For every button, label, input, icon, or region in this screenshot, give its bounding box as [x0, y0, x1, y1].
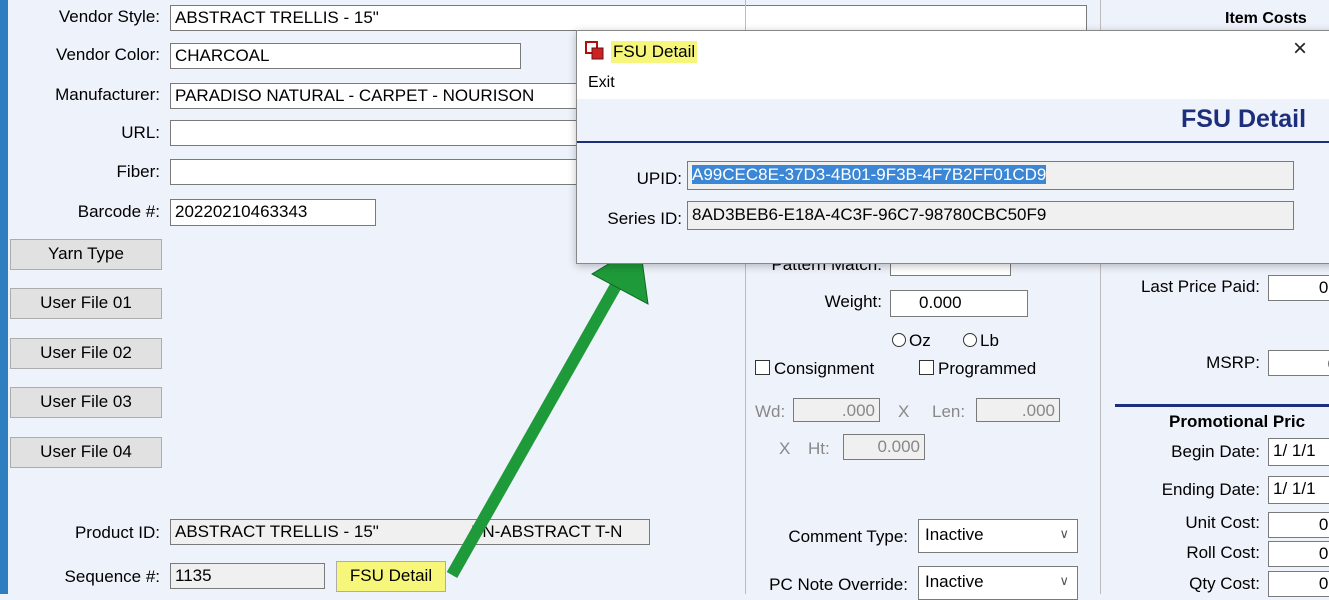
roll-cost-field[interactable]: 0. — [1268, 541, 1329, 567]
unit-cost-field[interactable]: 0. — [1268, 512, 1329, 538]
vendor-color-label: Vendor Color: — [56, 45, 160, 64]
promotional-price-heading: Promotional Pric — [1169, 412, 1306, 431]
len-label: Len: — [932, 402, 966, 421]
vendor-color-field[interactable]: CHARCOAL — [170, 43, 521, 69]
pc-note-value: Inactive — [925, 572, 984, 591]
sequence-label: Sequence #: — [64, 567, 160, 586]
dialog-title: FSU Detail — [611, 41, 698, 63]
x-separator-1: X — [898, 402, 910, 421]
app-window-icon — [585, 41, 604, 60]
comment-type-value: Inactive — [925, 525, 984, 544]
upid-field[interactable]: A99CEC8E-37D3-4B01-9F3B-4F7B2FF01CD9 — [687, 161, 1294, 190]
arrow-shaft — [446, 279, 624, 578]
ending-date-label: Ending Date: — [1161, 480, 1260, 499]
weight-field[interactable]: 0.000 — [890, 290, 1028, 317]
dialog-header-title: FSU Detail — [1181, 105, 1307, 133]
pc-note-label: PC Note Override: — [769, 575, 908, 594]
fsu-detail-dialog: FSU Detail × Exit FSU Detail UPID: A99CE… — [576, 30, 1329, 264]
user-file-03-button[interactable]: User File 03 — [10, 387, 162, 418]
pc-note-select[interactable]: Inactive ∨ — [918, 566, 1078, 600]
comment-type-select[interactable]: Inactive ∨ — [918, 519, 1078, 553]
consignment-label: Consignment — [774, 359, 875, 378]
user-file-01-button[interactable]: User File 01 — [10, 288, 162, 319]
left-window-strip — [0, 0, 8, 594]
begin-date-field[interactable]: 1/ 1/1 — [1268, 438, 1329, 466]
upid-label: UPID: — [636, 169, 682, 188]
url-label: URL: — [121, 123, 160, 142]
oz-label: Oz — [909, 331, 931, 350]
comment-type-label: Comment Type: — [788, 527, 908, 546]
qty-cost-field[interactable]: 0. — [1268, 571, 1329, 597]
url-field[interactable] — [170, 120, 590, 146]
weight-label: Weight: — [824, 292, 882, 311]
wd-label: Wd: — [755, 402, 786, 421]
roll-cost-label: Roll Cost: — [1186, 543, 1260, 562]
barcode-label: Barcode #: — [77, 202, 160, 221]
header-divider — [577, 141, 1329, 143]
yarn-type-button[interactable]: Yarn Type — [10, 239, 162, 270]
sequence-field[interactable]: 1135 — [170, 563, 325, 589]
manufacturer-field[interactable]: PARADISO NATURAL - CARPET - NOURISON — [170, 83, 590, 109]
user-file-02-button[interactable]: User File 02 — [10, 338, 162, 369]
ht-label: Ht: — [808, 439, 830, 458]
qty-cost-label: Qty Cost: — [1189, 574, 1260, 593]
close-icon[interactable]: × — [1293, 35, 1307, 63]
section-divider — [1115, 404, 1329, 407]
dialog-body: FSU Detail UPID: A99CEC8E-37D3-4B01-9F3B… — [577, 99, 1329, 263]
checkbox-icon — [919, 360, 934, 375]
begin-date-label: Begin Date: — [1171, 442, 1260, 461]
checkbox-icon — [755, 360, 770, 375]
item-costs-heading: Item Costs — [1225, 10, 1307, 27]
ht-field[interactable]: 0.000 — [843, 434, 925, 460]
msrp-label: MSRP: — [1206, 353, 1260, 372]
ending-date-field[interactable]: 1/ 1/1 — [1268, 476, 1329, 504]
programmed-checkbox[interactable]: Programmed — [919, 359, 1036, 379]
unit-cost-label: Unit Cost: — [1185, 513, 1260, 532]
len-field[interactable]: .000 — [976, 398, 1060, 422]
oz-radio[interactable]: Oz — [892, 331, 931, 351]
dialog-menubar: Exit — [577, 71, 1329, 97]
x-separator-2: X — [779, 439, 791, 458]
barcode-field[interactable]: 20220210463343 — [170, 199, 376, 226]
manufacturer-label: Manufacturer: — [55, 85, 160, 104]
msrp-field[interactable]: ( — [1268, 350, 1329, 376]
dialog-titlebar[interactable]: FSU Detail × — [577, 31, 1329, 71]
menu-exit[interactable]: Exit — [588, 74, 615, 92]
annotation-arrow — [446, 244, 649, 578]
product-id-value: ABSTRACT TRELLIS - 15" — [175, 522, 379, 541]
programmed-label: Programmed — [938, 359, 1037, 378]
fiber-field[interactable] — [170, 159, 590, 185]
fsu-detail-button[interactable]: FSU Detail — [336, 561, 446, 592]
series-id-field[interactable]: 8AD3BEB6-E18A-4C3F-96C7-98780CBC50F9 — [687, 201, 1294, 230]
radio-circle-icon — [892, 333, 906, 347]
product-id-label: Product ID: — [74, 523, 160, 542]
vendor-style-label: Vendor Style: — [58, 7, 160, 26]
last-price-label: Last Price Paid: — [1140, 277, 1260, 296]
lb-radio[interactable]: Lb — [963, 331, 999, 351]
lb-label: Lb — [980, 331, 999, 350]
chevron-down-icon: ∨ — [1059, 526, 1069, 541]
last-price-field[interactable]: 0. — [1268, 275, 1329, 301]
radio-circle-icon — [963, 333, 977, 347]
upid-value: A99CEC8E-37D3-4B01-9F3B-4F7B2FF01CD9 — [692, 165, 1047, 184]
fiber-label: Fiber: — [116, 162, 160, 181]
user-file-04-button[interactable]: User File 04 — [10, 437, 162, 468]
wd-field[interactable]: .000 — [793, 398, 880, 422]
chevron-down-icon: ∨ — [1059, 573, 1069, 588]
consignment-checkbox[interactable]: Consignment — [755, 359, 874, 379]
series-id-label: Series ID: — [607, 209, 682, 228]
